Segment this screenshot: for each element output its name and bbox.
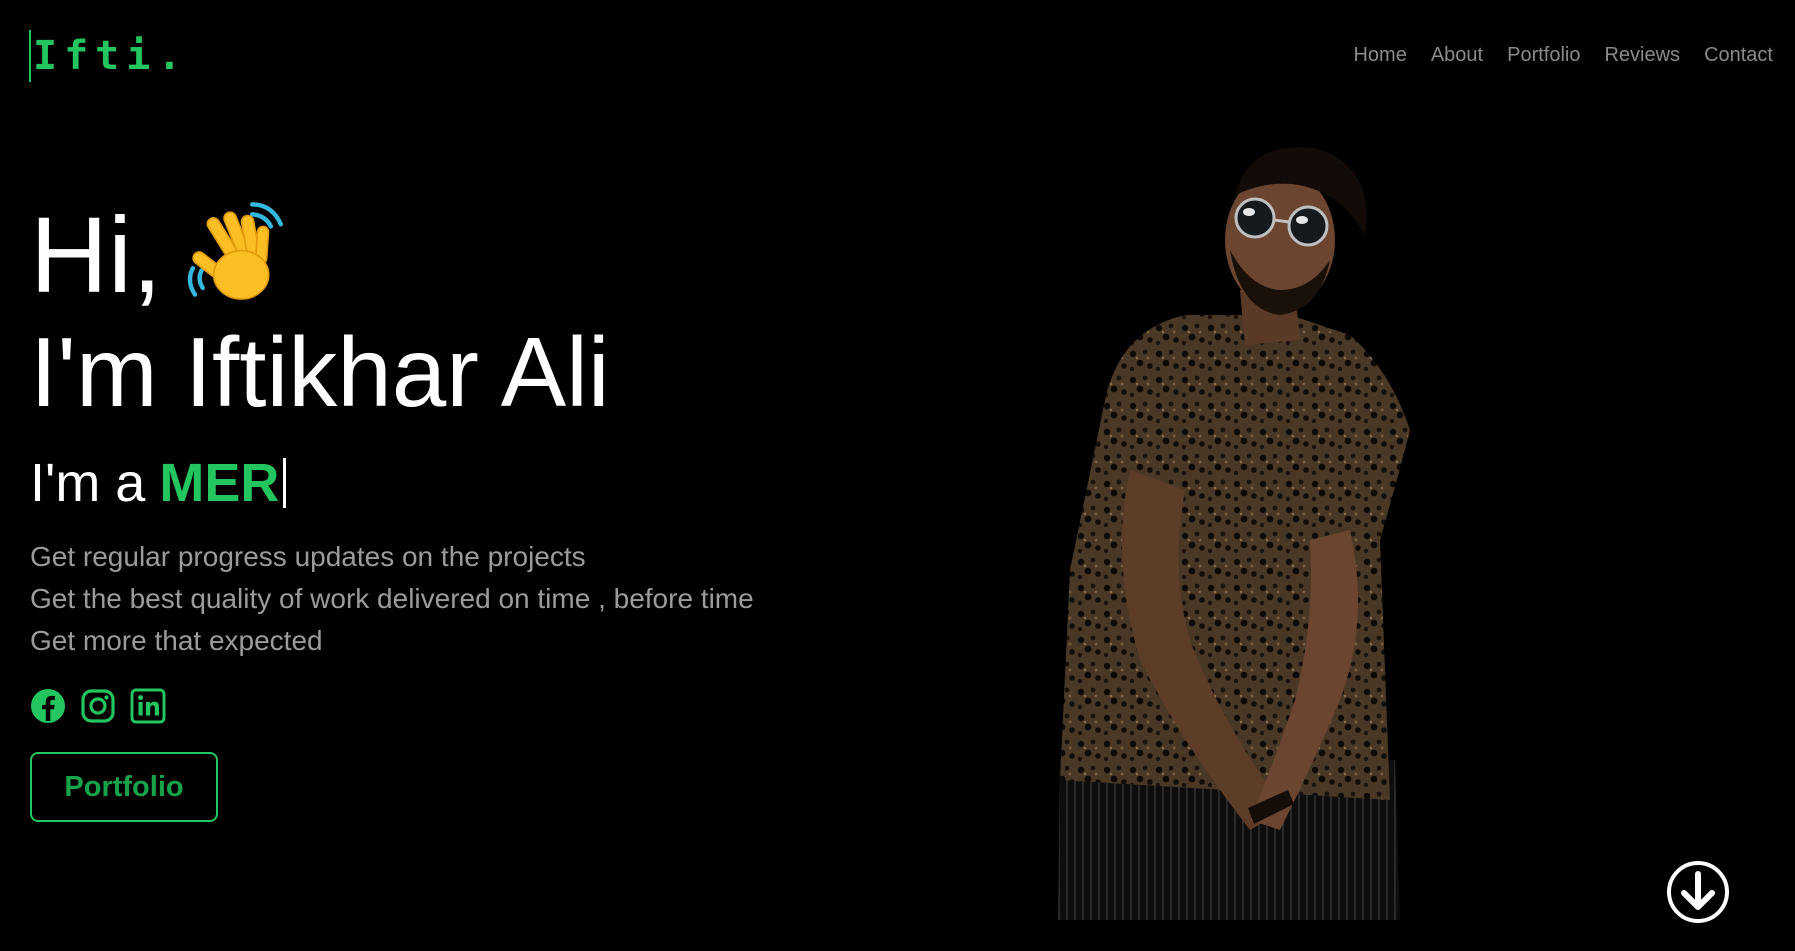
role-prefix: I'm a	[30, 453, 146, 513]
hero-portrait-image	[1058, 146, 1410, 920]
logo[interactable]: Ifti.	[29, 30, 188, 82]
typing-caret	[283, 458, 287, 508]
tagline: Get regular progress updates on the proj…	[30, 541, 586, 572]
waving-hand-icon	[187, 202, 283, 300]
social-links	[30, 688, 754, 724]
taglines: Get regular progress updates on the proj…	[30, 536, 754, 662]
logo-text: Ifti.	[33, 33, 189, 79]
logo-bar	[29, 30, 31, 82]
tagline: Get more that expected	[30, 625, 323, 656]
instagram-icon[interactable]	[80, 688, 116, 724]
nav-reviews[interactable]: Reviews	[1604, 44, 1680, 67]
facebook-icon[interactable]	[30, 688, 66, 724]
nav-contact[interactable]: Contact	[1704, 44, 1773, 67]
greeting-heading: Hi,	[30, 196, 754, 314]
nav-about[interactable]: About	[1431, 44, 1483, 67]
main-nav: Home About Portfolio Reviews Contact	[1353, 44, 1773, 67]
linkedin-icon[interactable]	[130, 688, 166, 724]
hero-section: Hi, I'm Iftikhar Ali I'm a MER Get regul…	[30, 196, 754, 822]
tagline: Get the best quality of work delivered o…	[30, 583, 754, 614]
arrow-down-circle-icon[interactable]	[1666, 860, 1730, 924]
role-typed-text: MER	[159, 453, 280, 513]
name-heading: I'm Iftikhar Ali	[30, 317, 610, 427]
nav-home[interactable]: Home	[1353, 44, 1406, 67]
nav-portfolio[interactable]: Portfolio	[1507, 44, 1580, 67]
greeting-text: Hi,	[30, 194, 162, 315]
role-line: I'm a MER	[30, 452, 754, 514]
portfolio-button[interactable]: Portfolio	[30, 752, 218, 822]
